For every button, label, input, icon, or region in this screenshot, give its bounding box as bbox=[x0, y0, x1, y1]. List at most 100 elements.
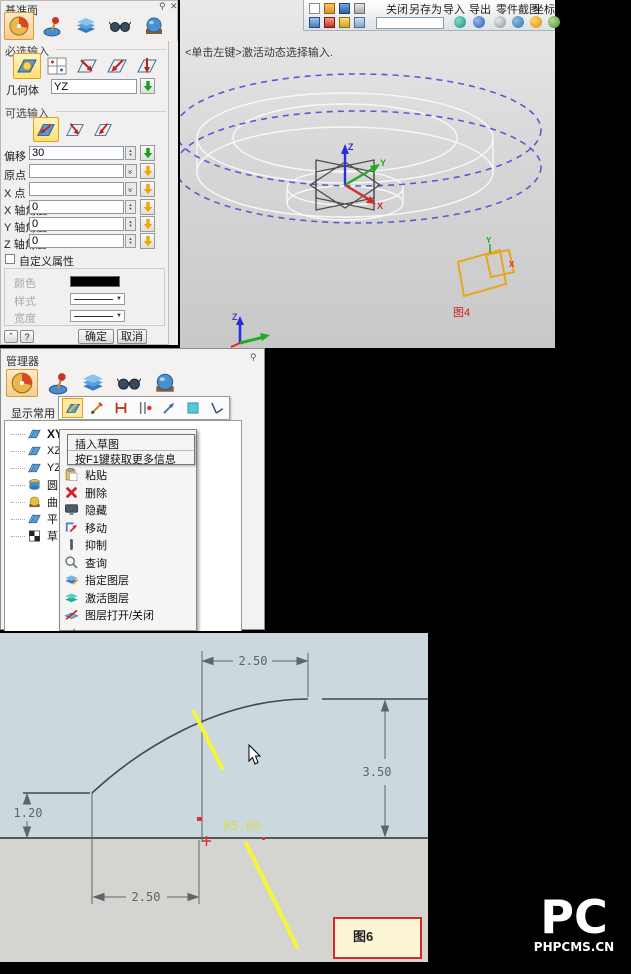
filter-label[interactable]: 显示常用 bbox=[11, 405, 55, 421]
angle-tool-button[interactable] bbox=[206, 398, 227, 418]
datum-layers-button[interactable] bbox=[71, 12, 101, 40]
constraint-tool-button[interactable] bbox=[110, 398, 131, 418]
xpoint-apply-button[interactable] bbox=[140, 181, 155, 197]
sketch-canvas[interactable]: 2.50 3.50 1.20 2.50 R5.00 bbox=[0, 633, 428, 962]
axis-y-label: Y bbox=[380, 158, 386, 168]
arrow-tool-button[interactable] bbox=[158, 398, 179, 418]
pin-icon[interactable]: ⚲ bbox=[159, 1, 166, 12]
rectangle-tool-button[interactable] bbox=[182, 398, 203, 418]
datum-joystick-button[interactable] bbox=[37, 12, 67, 40]
view-triad: Z bbox=[231, 312, 270, 347]
dim-right-value[interactable]: 3.50 bbox=[363, 765, 392, 779]
required-method-plane-arrow-button-3[interactable] bbox=[133, 53, 161, 79]
context-menu-item-layer-toggle[interactable]: 图层打开/关闭 bbox=[60, 606, 196, 623]
datum-gauge-button[interactable] bbox=[4, 12, 34, 40]
manager-layers-button[interactable] bbox=[77, 369, 109, 397]
xpoint-input[interactable] bbox=[29, 182, 124, 196]
origin-picker-button[interactable]: » bbox=[125, 164, 137, 178]
context-menu-item-delete[interactable]: 删除 bbox=[60, 484, 196, 501]
custom-attr-label: 自定义属性 bbox=[19, 253, 74, 269]
custom-attr-checkbox[interactable] bbox=[5, 254, 15, 264]
required-method-plane-arrow-button-2[interactable] bbox=[103, 53, 131, 79]
tree-item-surface[interactable]: 曲 bbox=[11, 494, 58, 510]
origin-input[interactable] bbox=[29, 164, 124, 178]
dim-top-value[interactable]: 2.50 bbox=[239, 654, 268, 668]
color-label: 颜色 bbox=[14, 275, 36, 291]
tree-item-plane[interactable]: 平 bbox=[11, 511, 58, 527]
close-icon[interactable]: ✕ bbox=[170, 1, 178, 12]
glasses-icon bbox=[109, 15, 131, 37]
context-menu-item-activate-layer[interactable]: 激活图层 bbox=[60, 589, 196, 606]
tree-item-xy-plane[interactable]: XY bbox=[11, 426, 63, 442]
zangle-input[interactable] bbox=[29, 234, 124, 248]
tree-item-xz-plane[interactable]: XZ bbox=[11, 443, 61, 459]
xangle-spinner[interactable]: ▲▼ bbox=[125, 200, 136, 214]
ok-button[interactable]: 确定 bbox=[78, 329, 114, 344]
required-method-plane-bulb-button[interactable] bbox=[13, 53, 41, 79]
context-menu-item-query[interactable]: 查询 bbox=[60, 554, 196, 571]
optional-method-button-1[interactable] bbox=[33, 117, 59, 142]
sketch-drawing[interactable]: 2.50 3.50 1.20 2.50 R5.00 bbox=[0, 633, 428, 962]
manager-sphere-button[interactable] bbox=[149, 369, 181, 397]
yangle-apply-button[interactable] bbox=[140, 216, 155, 232]
assign-layer-icon bbox=[64, 572, 79, 587]
dim-left-value[interactable]: 1.20 bbox=[14, 806, 43, 820]
offset-spinner[interactable]: ▲▼ bbox=[125, 146, 136, 160]
plane-arrow-icon bbox=[76, 55, 98, 77]
tree-item-yz-plane[interactable]: YZ bbox=[11, 460, 61, 476]
offset-input[interactable] bbox=[29, 146, 124, 160]
dialog-scrollbar[interactable] bbox=[168, 41, 178, 345]
manager-glasses-button[interactable] bbox=[113, 369, 145, 397]
datum-sphere-button[interactable] bbox=[139, 12, 169, 40]
radius-dim-value[interactable]: R5.00 bbox=[224, 819, 260, 833]
yangle-input[interactable] bbox=[29, 217, 124, 231]
collapse-button[interactable]: ⌃ bbox=[4, 330, 18, 343]
manager-joystick-button[interactable] bbox=[42, 369, 74, 397]
move-icon bbox=[64, 520, 79, 535]
layers-icon bbox=[75, 15, 97, 37]
origin-apply-button[interactable] bbox=[140, 163, 155, 179]
h-constraint-icon bbox=[113, 400, 129, 416]
color-swatch[interactable] bbox=[70, 276, 120, 287]
sketch-plane-indicator[interactable] bbox=[458, 250, 514, 296]
sketch-checker-icon bbox=[27, 529, 42, 543]
required-method-grid-button[interactable] bbox=[43, 53, 71, 79]
pin-icon[interactable]: ⚲ bbox=[250, 352, 257, 363]
layer-toggle-icon bbox=[64, 607, 79, 622]
dim-bottom-value[interactable]: 2.50 bbox=[132, 890, 161, 904]
optional-method-button-2[interactable] bbox=[62, 117, 88, 142]
line-width-select[interactable]: ▼ bbox=[70, 310, 125, 322]
geometry-apply-button[interactable] bbox=[140, 78, 155, 94]
xpoint-picker-button[interactable]: » bbox=[125, 182, 137, 196]
zangle-apply-button[interactable] bbox=[140, 233, 155, 249]
context-menu-item-move[interactable]: 移动 bbox=[60, 519, 196, 536]
viewport-3d[interactable]: 关闭 另存为 导入 导出 零件截图 坐标 bbox=[180, 0, 555, 348]
context-menu-item-paste[interactable]: 粘贴 bbox=[60, 466, 196, 483]
sketch-axis-x-label: X bbox=[509, 260, 515, 269]
optional-method-button-3[interactable] bbox=[90, 117, 116, 142]
tree-item-sketch[interactable]: 草 bbox=[11, 528, 58, 544]
xangle-apply-button[interactable] bbox=[140, 199, 155, 215]
context-menu-item-suppress[interactable]: 抑制 bbox=[60, 536, 196, 553]
manager-gauge-button[interactable] bbox=[6, 369, 38, 397]
tree-item-cylinder[interactable]: 圆 bbox=[11, 477, 58, 493]
context-menu-item-assign-layer[interactable]: 指定图层 bbox=[60, 571, 196, 588]
zangle-spinner[interactable]: ▲▼ bbox=[125, 234, 136, 248]
line-style-select[interactable]: ▼ bbox=[70, 293, 125, 305]
insert-sketch-button[interactable] bbox=[62, 398, 83, 418]
datum-glasses-button[interactable] bbox=[105, 12, 135, 40]
joystick-icon bbox=[46, 371, 70, 395]
dimension-tool-button[interactable] bbox=[134, 398, 155, 418]
dimension-icon bbox=[137, 400, 153, 416]
geometry-input[interactable] bbox=[51, 79, 137, 94]
required-method-plane-arrow-button-1[interactable] bbox=[73, 53, 101, 79]
help-button[interactable]: ? bbox=[20, 330, 34, 343]
cancel-button[interactable]: 取消 bbox=[117, 329, 147, 344]
datum-plane-icon bbox=[27, 427, 42, 441]
yangle-spinner[interactable]: ▲▼ bbox=[125, 217, 136, 231]
offset-apply-button[interactable] bbox=[140, 145, 155, 161]
pencil-tool-button[interactable] bbox=[86, 398, 107, 418]
context-menu-item-partial[interactable] bbox=[60, 624, 196, 631]
xangle-input[interactable] bbox=[29, 200, 124, 214]
context-menu-item-hide[interactable]: 隐藏 bbox=[60, 501, 196, 518]
